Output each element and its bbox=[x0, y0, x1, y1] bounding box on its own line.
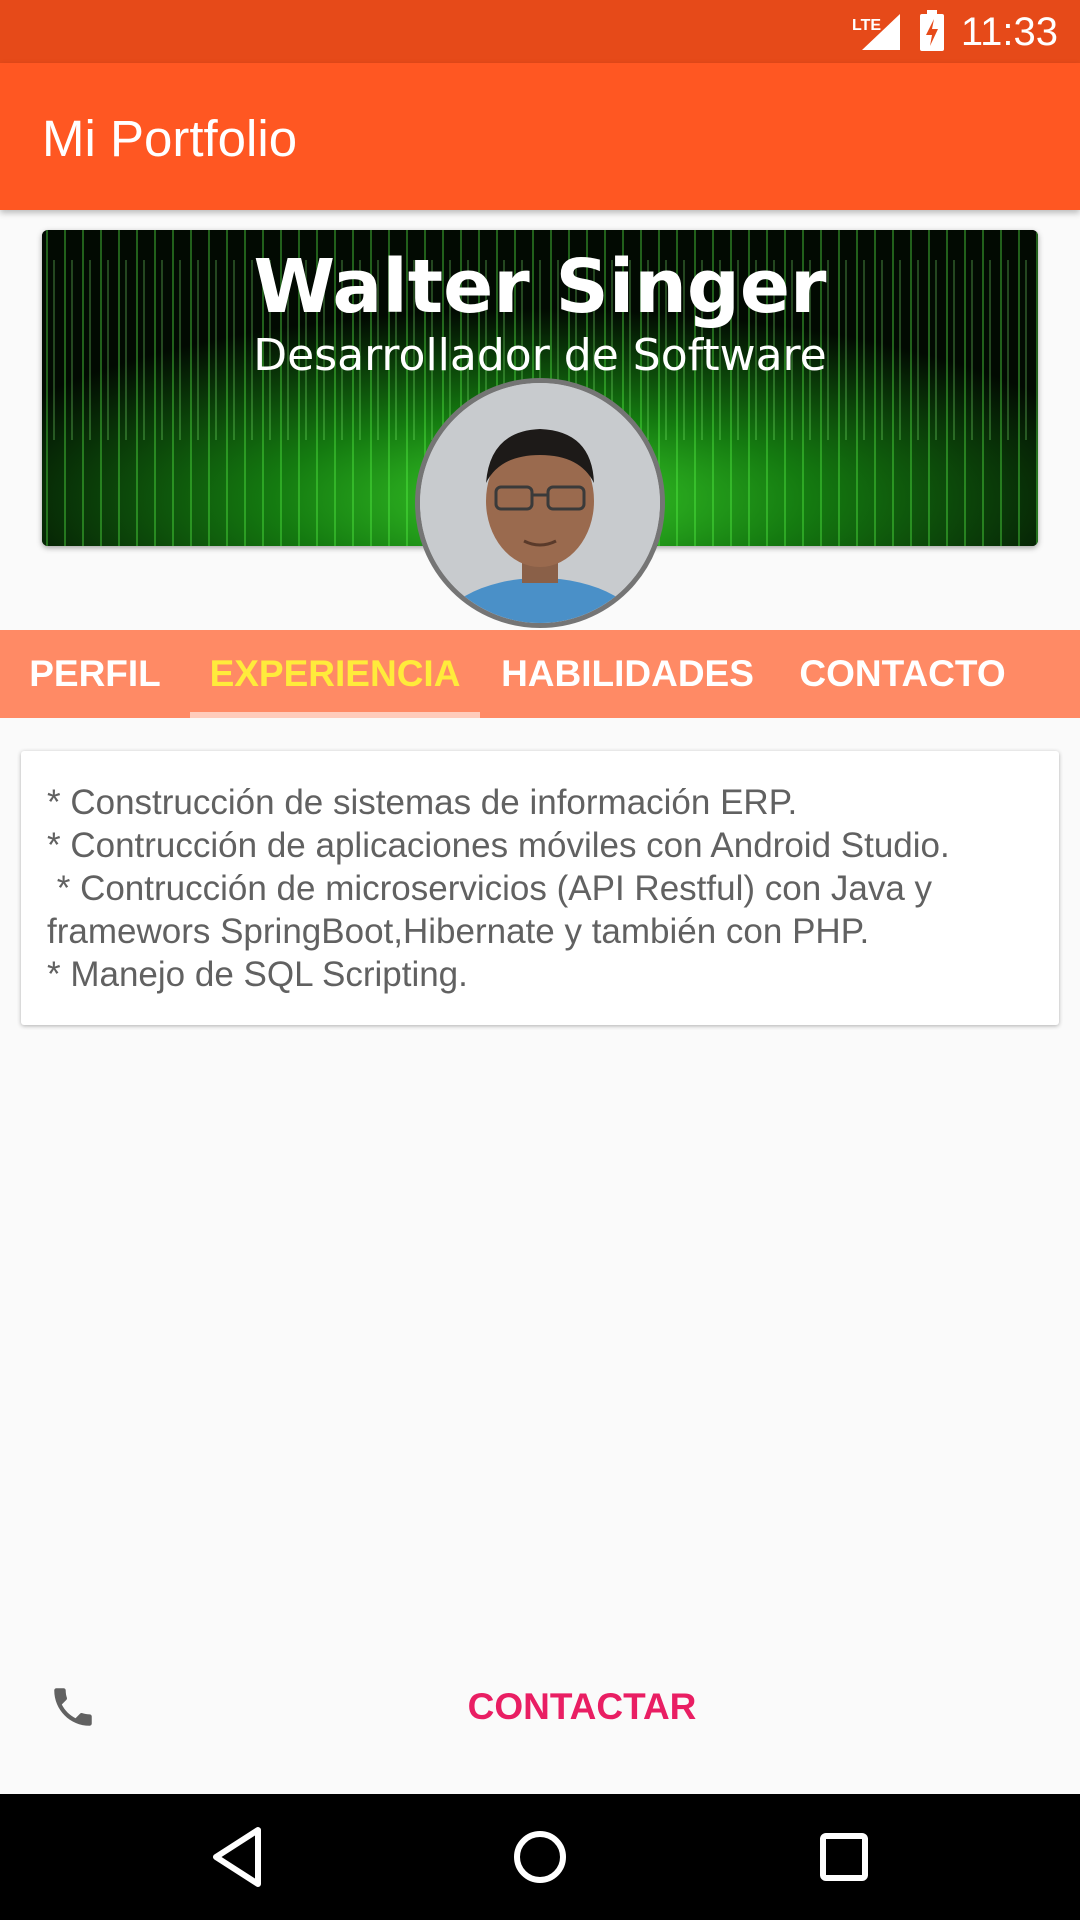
tab-bar: PERFIL EXPERIENCIA HABILIDADES CONTACTO bbox=[0, 630, 1080, 718]
tab-contacto[interactable]: CONTACTO bbox=[775, 630, 1030, 718]
person-name: Walter Singer bbox=[253, 244, 827, 330]
app-title: Mi Portfolio bbox=[42, 110, 298, 167]
home-icon[interactable] bbox=[508, 1824, 572, 1890]
lte-label: LTE bbox=[852, 17, 881, 34]
contactar-button[interactable]: CONTACTAR bbox=[420, 1675, 744, 1739]
lte-signal-icon: LTE bbox=[852, 14, 900, 50]
experience-line: * Contrucción de aplicaciones móviles co… bbox=[47, 826, 950, 865]
tab-experiencia[interactable]: EXPERIENCIA bbox=[190, 630, 480, 718]
avatar bbox=[415, 378, 665, 628]
experience-line: * Contrucción de microservicios (API Res… bbox=[47, 869, 933, 908]
battery-charging-icon bbox=[920, 10, 944, 51]
person-role: Desarrollador de Software bbox=[253, 330, 827, 381]
experience-line: * Construcción de sistemas de informació… bbox=[47, 783, 798, 822]
profile-photo bbox=[420, 383, 660, 623]
experience-line: framewors SpringBoot,Hibernate y también… bbox=[47, 912, 870, 951]
experience-line: * Manejo de SQL Scripting. bbox=[47, 955, 468, 994]
status-bar: LTE 11:33 bbox=[0, 0, 1080, 63]
experience-card: * Construcción de sistemas de informació… bbox=[21, 751, 1059, 1025]
phone-icon[interactable] bbox=[48, 1682, 98, 1732]
back-icon[interactable] bbox=[208, 1824, 268, 1890]
active-tab-indicator bbox=[190, 712, 480, 718]
tab-perfil[interactable]: PERFIL bbox=[0, 630, 190, 718]
app-bar: Mi Portfolio bbox=[0, 63, 1080, 210]
recents-icon[interactable] bbox=[814, 1824, 874, 1890]
status-time: 11:33 bbox=[960, 10, 1058, 54]
system-nav-bar bbox=[0, 1794, 1080, 1920]
tab-habilidades[interactable]: HABILIDADES bbox=[480, 630, 775, 718]
